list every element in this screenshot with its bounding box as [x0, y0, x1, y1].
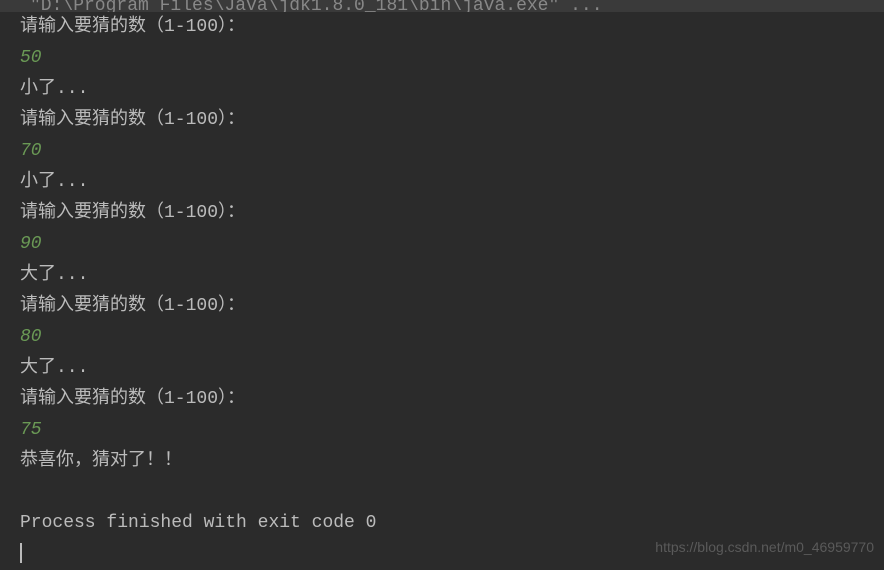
- watermark-text: https://blog.csdn.net/m0_46959770: [655, 539, 874, 555]
- prompt-line: 请输入要猜的数（1-100）：: [20, 384, 884, 415]
- user-input: 70: [20, 136, 884, 167]
- feedback-line: 大了...: [20, 353, 884, 384]
- user-input: 90: [20, 229, 884, 260]
- user-input: 80: [20, 322, 884, 353]
- feedback-line: 小了...: [20, 167, 884, 198]
- user-input: 50: [20, 43, 884, 74]
- prompt-line: 请输入要猜的数（1-100）：: [20, 12, 884, 43]
- command-line: "D:\Program Files\Java\jdk1.8.0_181\bin\…: [0, 0, 884, 12]
- feedback-line: 大了...: [20, 260, 884, 291]
- prompt-line: 请输入要猜的数（1-100）：: [20, 291, 884, 322]
- user-input: 75: [20, 415, 884, 446]
- success-line: 恭喜你，猜对了！！: [20, 446, 884, 477]
- prompt-line: 请输入要猜的数（1-100）：: [20, 105, 884, 136]
- exit-line: Process finished with exit code 0: [20, 508, 884, 539]
- feedback-line: 小了...: [20, 74, 884, 105]
- cursor-icon: [20, 543, 22, 563]
- blank-line: [20, 477, 884, 508]
- console-output: "D:\Program Files\Java\jdk1.8.0_181\bin\…: [0, 0, 884, 570]
- prompt-line: 请输入要猜的数（1-100）：: [20, 198, 884, 229]
